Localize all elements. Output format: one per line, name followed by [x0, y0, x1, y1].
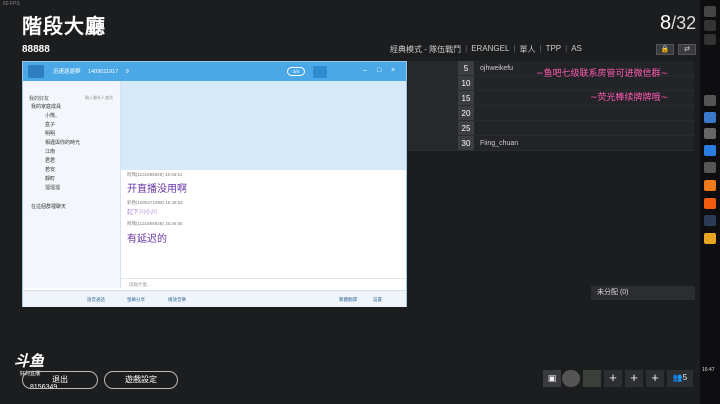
message-text: 开直播没用啊	[127, 184, 187, 195]
tree-group[interactable]: 我的家庭成員	[31, 103, 61, 110]
slot-number: 20	[458, 106, 474, 120]
swap-button[interactable]: ⇄	[678, 44, 696, 55]
close-icon[interactable]: ×	[391, 67, 395, 74]
slot-number: 25	[458, 121, 474, 135]
app-icon[interactable]	[704, 128, 716, 139]
game-settings-button[interactable]: 遊戲設定	[104, 371, 178, 389]
music-button[interactable]: 播放音樂	[168, 297, 186, 303]
minimize-icon[interactable]: –	[363, 67, 367, 74]
chat-window-title: 迅速巡遊群	[53, 69, 81, 75]
home-tab[interactable]	[313, 66, 327, 78]
player-avatar[interactable]	[583, 370, 601, 387]
window-icon[interactable]	[704, 6, 716, 17]
game-settings-label: 遊戲設定	[125, 375, 157, 384]
exit-button[interactable]: 退出	[22, 371, 98, 389]
slot-number: 15	[458, 91, 474, 105]
lock-icon: 🔒	[660, 46, 670, 53]
group-avatar-icon	[28, 65, 44, 78]
slot-number: 30	[458, 136, 474, 150]
tree-header: 我的好友	[29, 96, 50, 102]
region-label: AS	[571, 44, 582, 53]
add-slot-button[interactable]: +	[604, 370, 622, 387]
contact-search[interactable]: 輸入聯系人查找	[85, 95, 113, 101]
perspective-label: TPP	[545, 44, 562, 53]
chat-toolbar: 語音通話 螢幕分享 播放音樂 繁體翻譯 設置	[23, 290, 406, 307]
map-label: ERANGEL	[471, 44, 510, 53]
screen-share-button[interactable]: 螢幕分享	[127, 297, 145, 303]
chat-input[interactable]: 說點什麼...	[121, 278, 406, 290]
slot-number: 5	[458, 61, 474, 75]
page-title: 階段大廳	[22, 14, 106, 38]
message-meta: 彩色(1505271988) 15:46:54	[127, 200, 183, 205]
player-count-total: /32	[671, 13, 697, 33]
fps-counter: 60 FPS	[3, 1, 20, 7]
room-code: 88888	[22, 44, 50, 55]
page-counter[interactable]: 3/4	[287, 67, 305, 76]
swap-icon: ⇄	[684, 46, 690, 53]
team-count: 5	[682, 373, 688, 382]
settings-button[interactable]: 設置	[373, 297, 382, 303]
mode-bar: 經典模式 - 隊伍戰鬥 | ERANGEL | 單人 | TPP | AS	[390, 44, 582, 54]
add-slot-button[interactable]: +	[625, 370, 643, 387]
unassigned-label: 未分配 (0)	[591, 286, 695, 300]
task-view-icon[interactable]	[704, 34, 716, 45]
tree-item[interactable]: 若安	[45, 166, 55, 173]
mode-label: 經典模式 - 隊伍戰鬥	[390, 45, 462, 54]
team-icon: 👥	[672, 373, 683, 382]
chat-icon[interactable]: ▣	[543, 370, 561, 387]
add-slot-button[interactable]: +	[646, 370, 664, 387]
message-text: 起下川小川	[127, 210, 158, 216]
player-name: Fiing_chuan	[474, 136, 694, 150]
app-icon[interactable]	[704, 180, 716, 191]
tree-item[interactable]: 江南	[45, 148, 55, 155]
tree-item[interactable]: 相遇與你的時光	[45, 139, 80, 146]
player-name	[474, 121, 694, 135]
app-icon[interactable]	[704, 215, 716, 226]
roster-row[interactable]: 30 Fiing_chuan	[408, 136, 694, 151]
squad-label: 單人	[519, 45, 536, 54]
exit-label: 退出	[52, 375, 68, 384]
message-list: 阿瑪(1131685928) 15:46:51 开直播没用啊 彩色(150527…	[121, 170, 406, 288]
message-text: 有延迟的	[127, 234, 167, 245]
app-icon[interactable]	[704, 233, 716, 244]
maximize-icon[interactable]: □	[377, 67, 381, 74]
stream-caption-2: ~荧光棒续牌牌哦~	[590, 93, 669, 103]
chat-window: 迅速巡遊群 1409011917 9 3/4 – □ × 我的好友 輸入聯系人查…	[22, 61, 407, 307]
tree-item[interactable]: 君君	[45, 157, 55, 164]
tree-item[interactable]: 盒子	[45, 121, 55, 128]
member-count: 9	[125, 69, 129, 75]
app-icon[interactable]	[704, 198, 716, 209]
roster-row[interactable]: 20	[408, 106, 694, 121]
avatar[interactable]	[562, 370, 580, 387]
team-count-button[interactable]: 👥5	[667, 370, 693, 387]
chat-group-id: 1409011917	[88, 69, 119, 75]
tree-item[interactable]: 靜町	[45, 175, 55, 182]
contact-tree: 我的好友 輸入聯系人查找 我的家庭成員 小熊、 盒子 明明 相遇與你的時光 江南…	[23, 81, 121, 288]
app-icon[interactable]	[704, 162, 716, 173]
tree-item[interactable]: 小熊、	[45, 112, 60, 119]
taskbar: 16:47	[700, 0, 720, 404]
message-meta: 阿瑪(1131685928) 15:46:55	[127, 221, 183, 226]
player-count: 8/32	[660, 12, 696, 35]
app-icon[interactable]	[704, 112, 716, 123]
message-meta: 阿瑪(1131685928) 15:46:51	[127, 172, 183, 177]
slot-number: 10	[458, 76, 474, 90]
tree-item[interactable]: 溜溜溜	[45, 184, 60, 191]
search-icon[interactable]	[704, 20, 716, 31]
roster-row[interactable]: 25	[408, 121, 694, 136]
player-name	[474, 106, 694, 120]
stream-caption-1: ~鱼吧七级联系房管可进微信群~	[536, 69, 669, 79]
lock-button[interactable]: 🔒	[656, 44, 674, 55]
douyu-logo: 斗鱼	[14, 352, 45, 370]
clock: 16:47	[702, 367, 715, 373]
app-icon[interactable]	[704, 145, 716, 156]
app-icon[interactable]	[704, 95, 716, 106]
tree-group[interactable]: 在這個群裡聊天	[31, 203, 66, 210]
voice-call-button[interactable]: 語音通話	[87, 297, 105, 303]
chat-title: 迅速巡遊群 1409011917 9	[53, 67, 129, 75]
player-count-current: 8	[660, 12, 672, 34]
translate-button[interactable]: 繁體翻譯	[339, 297, 357, 303]
chat-titlebar: 迅速巡遊群 1409011917 9 3/4 – □ ×	[23, 62, 406, 81]
tree-item[interactable]: 明明	[45, 130, 55, 137]
